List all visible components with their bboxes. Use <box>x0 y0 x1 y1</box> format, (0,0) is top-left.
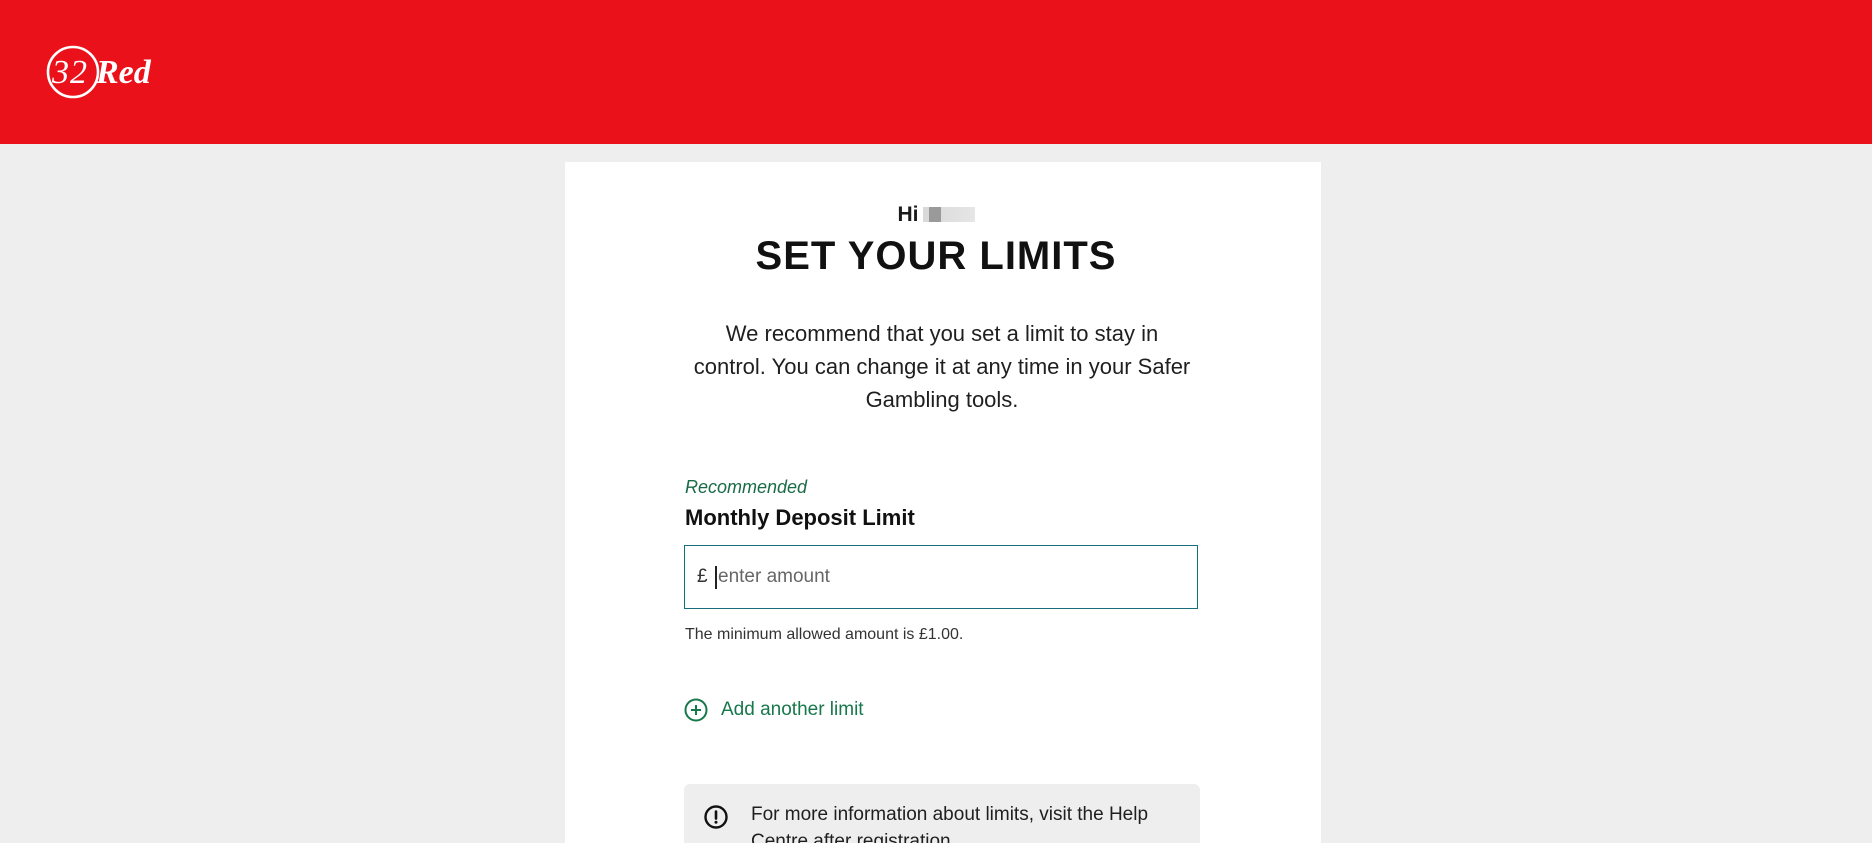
limits-info-box: For more information about limits, visit… <box>684 784 1200 843</box>
intro-text: We recommend that you set a limit to sta… <box>693 321 1191 412</box>
svg-text:Red: Red <box>95 54 152 91</box>
currency-symbol: £ <box>697 566 708 587</box>
svg-text:2: 2 <box>70 54 87 91</box>
svg-text:3: 3 <box>51 54 69 91</box>
redacted-username <box>922 207 975 222</box>
monthly-deposit-limit-label: Monthly Deposit Limit <box>685 505 915 530</box>
greeting: Hi <box>0 200 1872 230</box>
deposit-amount-field[interactable]: £ <box>684 545 1198 609</box>
brand-logo[interactable]: 3 2 Red <box>46 43 168 101</box>
site-header: 3 2 Red <box>0 0 1872 144</box>
page-title: SET YOUR LIMITS <box>755 234 1117 278</box>
minimum-amount-hint: The minimum allowed amount is £1.00. <box>685 626 964 643</box>
limits-info-text: For more information about limits, visit… <box>751 804 1149 843</box>
deposit-amount-input[interactable] <box>716 560 1168 594</box>
exclamation-circle-icon <box>703 804 729 830</box>
add-another-limit-button[interactable]: Add another limit <box>684 695 864 725</box>
page: 3 2 Red Hi SET YOUR LIMITS We recommend … <box>0 0 1872 843</box>
plus-circle-icon <box>684 698 708 722</box>
greeting-prefix: Hi <box>897 203 919 226</box>
add-another-limit-label: Add another limit <box>721 699 864 720</box>
brand-logo-graphic: 3 2 Red <box>46 45 152 99</box>
recommended-tag: Recommended <box>685 477 808 497</box>
